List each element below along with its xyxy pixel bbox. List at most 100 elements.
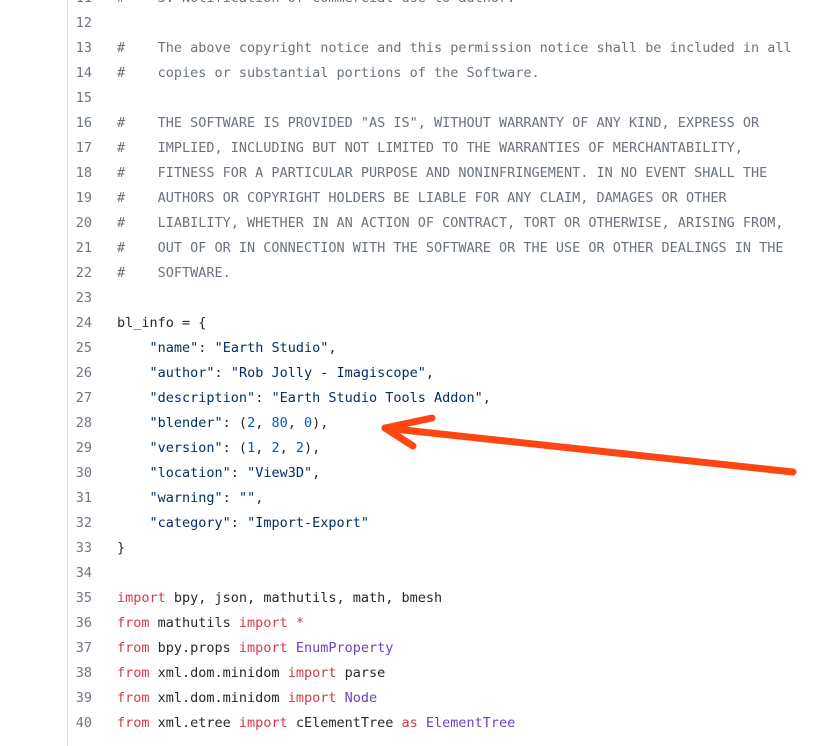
- code-token: :: [222, 490, 239, 506]
- code-token: ,: [482, 390, 491, 406]
- line-number[interactable]: 24: [0, 311, 117, 336]
- line-number[interactable]: 17: [0, 136, 117, 161]
- code-token: "View3D": [247, 465, 313, 481]
- code-token: ),: [312, 415, 329, 431]
- code-line: 33}: [0, 536, 835, 561]
- code-token: import: [238, 715, 288, 731]
- line-number[interactable]: 16: [0, 111, 117, 136]
- code-line: 24 bl_info = {: [0, 311, 835, 336]
- line-number[interactable]: 20: [0, 211, 117, 236]
- code-token: }: [117, 540, 126, 556]
- line-number[interactable]: 32: [0, 511, 117, 536]
- line-number[interactable]: 19: [0, 186, 117, 211]
- code-line: 25 "name": "Earth Studio",: [0, 336, 835, 361]
- code-token: 0: [304, 415, 313, 431]
- code-token: ,: [328, 340, 337, 356]
- code-token: ElementTree: [425, 715, 516, 731]
- line-number[interactable]: 36: [0, 611, 117, 636]
- code-text: # SOFTWARE.: [117, 261, 835, 286]
- code-token: xml.etree: [149, 715, 239, 731]
- code-token: # copies or substantial portions of the …: [117, 65, 540, 81]
- code-token: # THE SOFTWARE IS PROVIDED "AS IS", WITH…: [117, 115, 760, 131]
- line-number[interactable]: 12: [0, 11, 117, 36]
- line-number[interactable]: 40: [0, 711, 117, 736]
- code-line: 16 # THE SOFTWARE IS PROVIDED "AS IS", WI…: [0, 111, 835, 136]
- code-line: 11# 3. Notification of commercial use to…: [0, 0, 835, 11]
- code-text: # LIABILITY, WHETHER IN AN ACTION OF CON…: [117, 211, 835, 236]
- code-token: "name": [149, 340, 199, 356]
- line-number[interactable]: 37: [0, 636, 117, 661]
- line-number[interactable]: 30: [0, 461, 117, 486]
- code-token: "Earth Studio": [214, 340, 329, 356]
- code-text: "name": "Earth Studio",: [117, 336, 835, 361]
- code-token: ,: [279, 440, 296, 456]
- code-token: # SOFTWARE.: [117, 265, 231, 281]
- code-token: 2: [271, 440, 280, 456]
- code-line: 13 # The above copyright notice and this …: [0, 36, 835, 61]
- line-number[interactable]: 35: [0, 586, 117, 611]
- code-line: 23: [0, 286, 835, 311]
- line-number[interactable]: 28: [0, 411, 117, 436]
- code-text: # The above copyright notice and this pe…: [117, 36, 835, 61]
- line-number[interactable]: 13: [0, 36, 117, 61]
- line-number[interactable]: 34: [0, 561, 117, 586]
- code-token: :: [255, 390, 272, 406]
- code-token: 2: [247, 415, 256, 431]
- code-line: 20 # LIABILITY, WHETHER IN AN ACTION OF C…: [0, 211, 835, 236]
- line-number[interactable]: 33: [0, 536, 117, 561]
- line-number[interactable]: 39: [0, 686, 117, 711]
- line-number[interactable]: 31: [0, 486, 117, 511]
- code-line: 29 "version": (1, 2, 2),: [0, 436, 835, 461]
- code-text: "version": (1, 2, 2),: [117, 436, 835, 461]
- code-line: 28 "blender": (2, 80, 0),: [0, 411, 835, 436]
- code-token: "author": [149, 365, 215, 381]
- line-number[interactable]: 21: [0, 236, 117, 261]
- code-token: "Rob Jolly - Imagiscope": [230, 365, 426, 381]
- line-number[interactable]: 23: [0, 286, 117, 311]
- code-token: # LIABILITY, WHETHER IN AN ACTION OF CON…: [117, 215, 784, 231]
- line-number[interactable]: 25: [0, 336, 117, 361]
- line-number[interactable]: 14: [0, 61, 117, 86]
- code-token: "location": [149, 465, 231, 481]
- code-line: 19 # AUTHORS OR COPYRIGHT HOLDERS BE LIAB…: [0, 186, 835, 211]
- line-number[interactable]: 22: [0, 261, 117, 286]
- code-line: 32 "category": "Import-Export": [0, 511, 835, 536]
- code-line: 30 "location": "View3D",: [0, 461, 835, 486]
- code-token: from: [117, 665, 150, 681]
- code-token: # OUT OF OR IN CONNECTION WITH THE SOFTW…: [117, 240, 784, 256]
- code-token: as: [401, 715, 418, 731]
- code-line: 34: [0, 561, 835, 586]
- code-line: 22 # SOFTWARE.: [0, 261, 835, 286]
- code-token: :: [198, 340, 215, 356]
- code-token: "category": [149, 515, 231, 531]
- line-number[interactable]: 26: [0, 361, 117, 386]
- line-number[interactable]: 11: [0, 0, 117, 11]
- line-number[interactable]: 27: [0, 386, 117, 411]
- code-token: "Import-Export": [247, 515, 369, 531]
- code-line: 14 # copies or substantial portions of th…: [0, 61, 835, 86]
- code-line: 17 # IMPLIED, INCLUDING BUT NOT LIMITED T…: [0, 136, 835, 161]
- code-token: : (: [222, 440, 248, 456]
- line-number[interactable]: 15: [0, 86, 117, 111]
- code-line: 21 # OUT OF OR IN CONNECTION WITH THE SOF…: [0, 236, 835, 261]
- code-token: ,: [425, 365, 435, 381]
- code-token: parse: [336, 665, 386, 681]
- code-token: ,: [312, 465, 321, 481]
- line-number[interactable]: 38: [0, 661, 117, 686]
- code-token: import: [287, 665, 337, 681]
- code-token: from: [117, 690, 150, 706]
- code-text: # OUT OF OR IN CONNECTION WITH THE SOFTW…: [117, 236, 835, 261]
- line-number[interactable]: 29: [0, 436, 117, 461]
- code-line: 36 from mathutils import *: [0, 611, 835, 636]
- code-token: 80: [271, 415, 288, 431]
- line-number[interactable]: 18: [0, 161, 117, 186]
